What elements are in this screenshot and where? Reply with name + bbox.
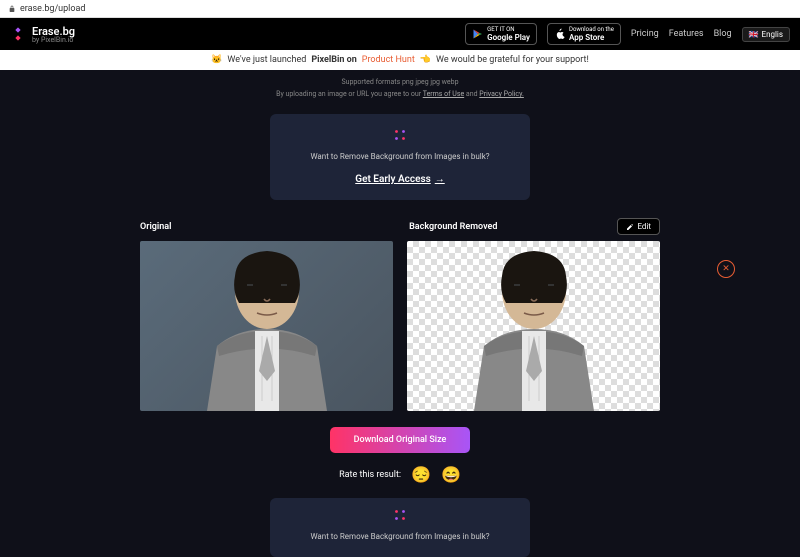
terms-link[interactable]: Terms of Use [423, 90, 464, 98]
close-button[interactable]: ✕ [717, 260, 735, 278]
mascot-icon: 🐱 [211, 55, 222, 65]
app-store-button[interactable]: Download on theApp Store [547, 23, 621, 45]
rate-label: Rate this result: [339, 470, 401, 480]
happy-emoji[interactable]: 😄 [441, 465, 461, 484]
url-text: erase.bg/upload [20, 4, 85, 14]
original-label: Original [140, 222, 171, 232]
person-silhouette [177, 241, 357, 411]
bulk-question: Want to Remove Background from Images in… [284, 152, 516, 161]
bulk-card-top: Want to Remove Background from Images in… [270, 114, 530, 200]
product-hunt-link[interactable]: Product Hunt [362, 55, 415, 65]
arrow-right-icon: → [435, 174, 445, 185]
upload-info: Supported formats png jpeg jpg webp By u… [270, 70, 530, 106]
original-image [140, 241, 393, 411]
removed-bg-image [407, 241, 660, 411]
sad-emoji[interactable]: 😔 [411, 465, 431, 484]
early-access-link[interactable]: Get Early Access→ [355, 174, 444, 185]
formats-text: Supported formats png jpeg jpg webp [270, 78, 530, 86]
terms-text: By uploading an image or URL you agree t… [270, 90, 530, 98]
header: Erase.bg by PixelBin.io GET IT ONGoogle … [0, 18, 800, 50]
logo[interactable]: Erase.bg by PixelBin.io [10, 25, 75, 44]
privacy-link[interactable]: Privacy Policy. [479, 90, 524, 98]
language-selector[interactable]: 🇬🇧 Englis [742, 27, 790, 42]
edit-button[interactable]: Edit [617, 218, 660, 235]
apple-icon [554, 28, 566, 40]
dots-icon [393, 128, 407, 142]
bulk-card-bottom: Want to Remove Background from Images in… [270, 498, 530, 557]
address-bar: erase.bg/upload [0, 0, 800, 18]
point-icon: 👈 [420, 55, 431, 65]
flag-icon: 🇬🇧 [749, 30, 759, 39]
nav-blog[interactable]: Blog [714, 29, 732, 39]
dots-icon [393, 508, 407, 522]
nav-features[interactable]: Features [669, 29, 704, 39]
result-panel: Original Background Removed Edit Downloa… [140, 218, 660, 557]
bulk-question: Want to Remove Background from Images in… [280, 532, 520, 541]
nav-pricing[interactable]: Pricing [631, 29, 659, 39]
pencil-icon [626, 223, 634, 231]
lock-icon [8, 5, 16, 13]
announcement-banner: 🐱 We've just launched PixelBin on Produc… [0, 50, 800, 70]
rating-row: Rate this result: 😔 😄 [140, 465, 660, 484]
download-button[interactable]: Download Original Size [330, 427, 470, 453]
google-play-button[interactable]: GET IT ONGoogle Play [465, 23, 537, 45]
person-silhouette [444, 241, 624, 411]
google-play-icon [472, 28, 484, 40]
removed-label: Background Removed [409, 222, 497, 232]
logo-icon [10, 26, 26, 42]
logo-sub: by PixelBin.io [32, 36, 75, 44]
